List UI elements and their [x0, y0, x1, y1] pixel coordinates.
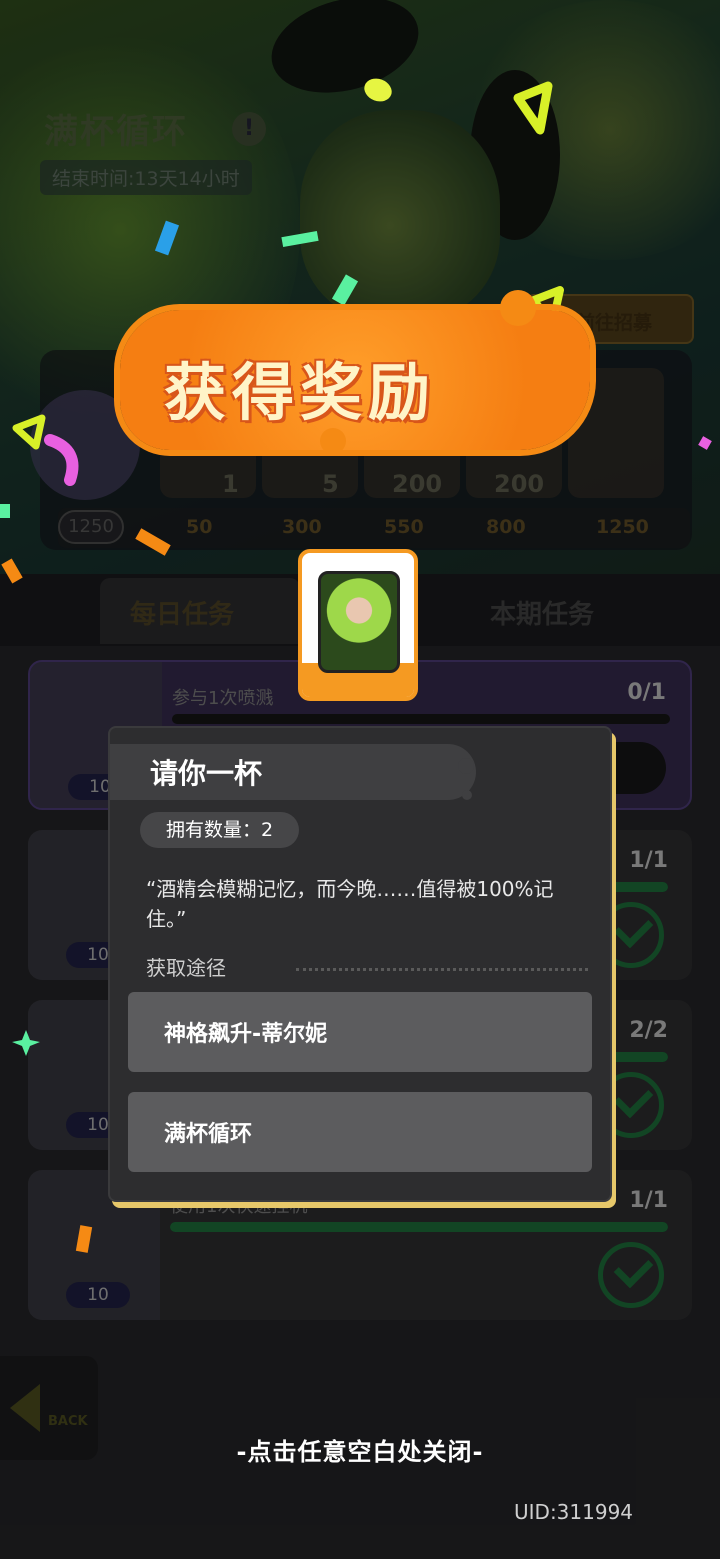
- item-name: 请你一杯: [150, 757, 263, 790]
- item-detail-dialog: 请你一杯 拥有数量：2 “酒精会模糊记忆，而今晚……值得被100%记住。” 获取…: [108, 726, 612, 1202]
- header-decoration: [462, 790, 472, 800]
- reward-item-card[interactable]: [298, 549, 418, 701]
- reward-banner: 获得奖励: [120, 290, 590, 460]
- header-decoration: [458, 758, 474, 774]
- dotted-divider: [296, 968, 588, 971]
- user-id: UID:311994: [514, 1500, 634, 1524]
- character-card-art: [318, 571, 400, 673]
- item-description: “酒精会模糊记忆，而今晚……值得被100%记住。”: [146, 877, 554, 931]
- owned-count: 拥有数量：2: [140, 812, 300, 848]
- dialog-header: 请你一杯: [110, 744, 476, 800]
- reward-banner-title: 获得奖励: [164, 356, 437, 429]
- source-label: 神格飙升-蒂尔妮: [164, 1022, 328, 1047]
- source-label: 满杯循环: [164, 1122, 253, 1147]
- paint-splash: [500, 290, 536, 326]
- source-button[interactable]: 满杯循环: [128, 1092, 592, 1172]
- source-button[interactable]: 神格飙升-蒂尔妮: [128, 992, 592, 1072]
- close-hint: -点击任意空白处关闭-: [236, 1438, 484, 1466]
- source-section-label: 获取途径: [146, 956, 226, 980]
